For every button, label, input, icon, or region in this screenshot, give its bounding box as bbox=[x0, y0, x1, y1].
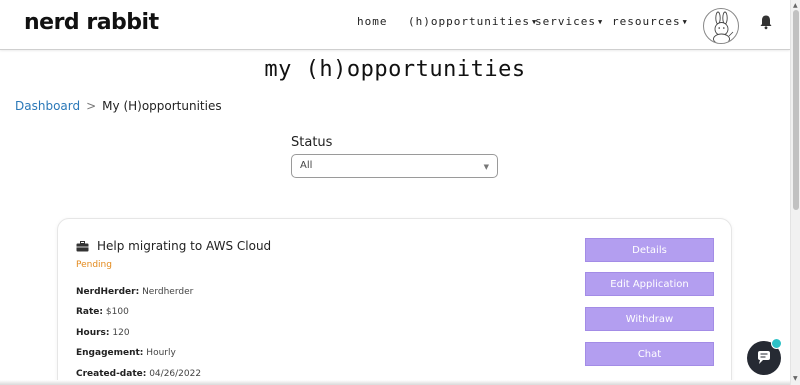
info-value: Nerdherder bbox=[142, 287, 194, 297]
chat-button[interactable]: Chat bbox=[585, 342, 714, 366]
nav-resources-label: resources bbox=[612, 15, 681, 28]
rabbit-avatar-icon bbox=[713, 11, 734, 43]
scroll-down-arrow-icon[interactable]: ▼ bbox=[793, 375, 798, 382]
status-badge: Pending bbox=[76, 260, 112, 270]
info-value: $100 bbox=[105, 307, 129, 317]
info-key: Created-date: bbox=[76, 369, 147, 379]
nav-services-label: services bbox=[535, 15, 596, 28]
scroll-up-arrow-icon[interactable]: ▲ bbox=[793, 2, 798, 9]
opportunity-title-text: Help migrating to AWS Cloud bbox=[97, 239, 272, 253]
breadcrumb-dashboard-link[interactable]: Dashboard bbox=[15, 99, 80, 113]
info-value: 04/26/2022 bbox=[149, 369, 202, 379]
user-avatar[interactable] bbox=[703, 8, 739, 44]
nav-home-label: home bbox=[357, 15, 388, 28]
info-engagement: Engagement: Hourly bbox=[76, 348, 176, 358]
opportunity-card: Help migrating to AWS Cloud Pending Nerd… bbox=[57, 218, 732, 385]
page-title: my (h)opportunities bbox=[264, 57, 526, 82]
nav-home[interactable]: home bbox=[357, 15, 388, 28]
status-select-value: All bbox=[300, 160, 313, 171]
status-filter-label: Status bbox=[291, 135, 333, 150]
nav-services[interactable]: services ▼ bbox=[535, 15, 603, 28]
chevron-down-icon: ▼ bbox=[682, 18, 688, 26]
page-bottom-edge bbox=[0, 380, 790, 385]
top-navbar: nerd rabbit home (h)opportunities ▼ servi… bbox=[0, 0, 790, 50]
nav-hopportunities[interactable]: (h)opportunities ▼ bbox=[408, 15, 537, 28]
status-select[interactable]: All ▼ bbox=[291, 154, 498, 178]
withdraw-button[interactable]: Withdraw bbox=[585, 307, 714, 331]
scroll-thumb[interactable] bbox=[793, 10, 799, 210]
info-value: Hourly bbox=[146, 348, 176, 358]
info-rate: Rate: $100 bbox=[76, 307, 129, 317]
bell-icon[interactable] bbox=[759, 14, 773, 30]
page-scrollbar[interactable]: ▲ ▼ bbox=[790, 0, 800, 385]
nav-hopportunities-label: (h)opportunities bbox=[408, 15, 530, 28]
info-key: Rate: bbox=[76, 307, 104, 317]
breadcrumb-current: My (H)opportunities bbox=[102, 99, 222, 113]
chevron-down-icon: ▼ bbox=[597, 18, 604, 26]
nerd-rabbit-logo[interactable]: nerd rabbit bbox=[24, 10, 159, 35]
chevron-down-icon: ▼ bbox=[483, 163, 489, 171]
briefcase-icon bbox=[76, 240, 89, 251]
nav-resources[interactable]: resources ▼ bbox=[612, 15, 688, 28]
breadcrumb: Dashboard > My (H)opportunities bbox=[15, 99, 222, 113]
edit-application-button[interactable]: Edit Application bbox=[585, 272, 714, 296]
info-key: Hours: bbox=[76, 328, 110, 338]
breadcrumb-separator: > bbox=[86, 99, 97, 113]
info-key: NerdHerder: bbox=[76, 287, 140, 297]
info-created-date: Created-date: 04/26/2022 bbox=[76, 369, 201, 379]
opportunity-title: Help migrating to AWS Cloud bbox=[76, 239, 271, 253]
info-value: 120 bbox=[112, 328, 130, 338]
chat-notification-dot bbox=[771, 338, 782, 349]
info-nerdherder: NerdHerder: Nerdherder bbox=[76, 287, 193, 297]
info-hours: Hours: 120 bbox=[76, 328, 130, 338]
info-key: Engagement: bbox=[76, 348, 144, 358]
details-button[interactable]: Details bbox=[585, 238, 714, 262]
